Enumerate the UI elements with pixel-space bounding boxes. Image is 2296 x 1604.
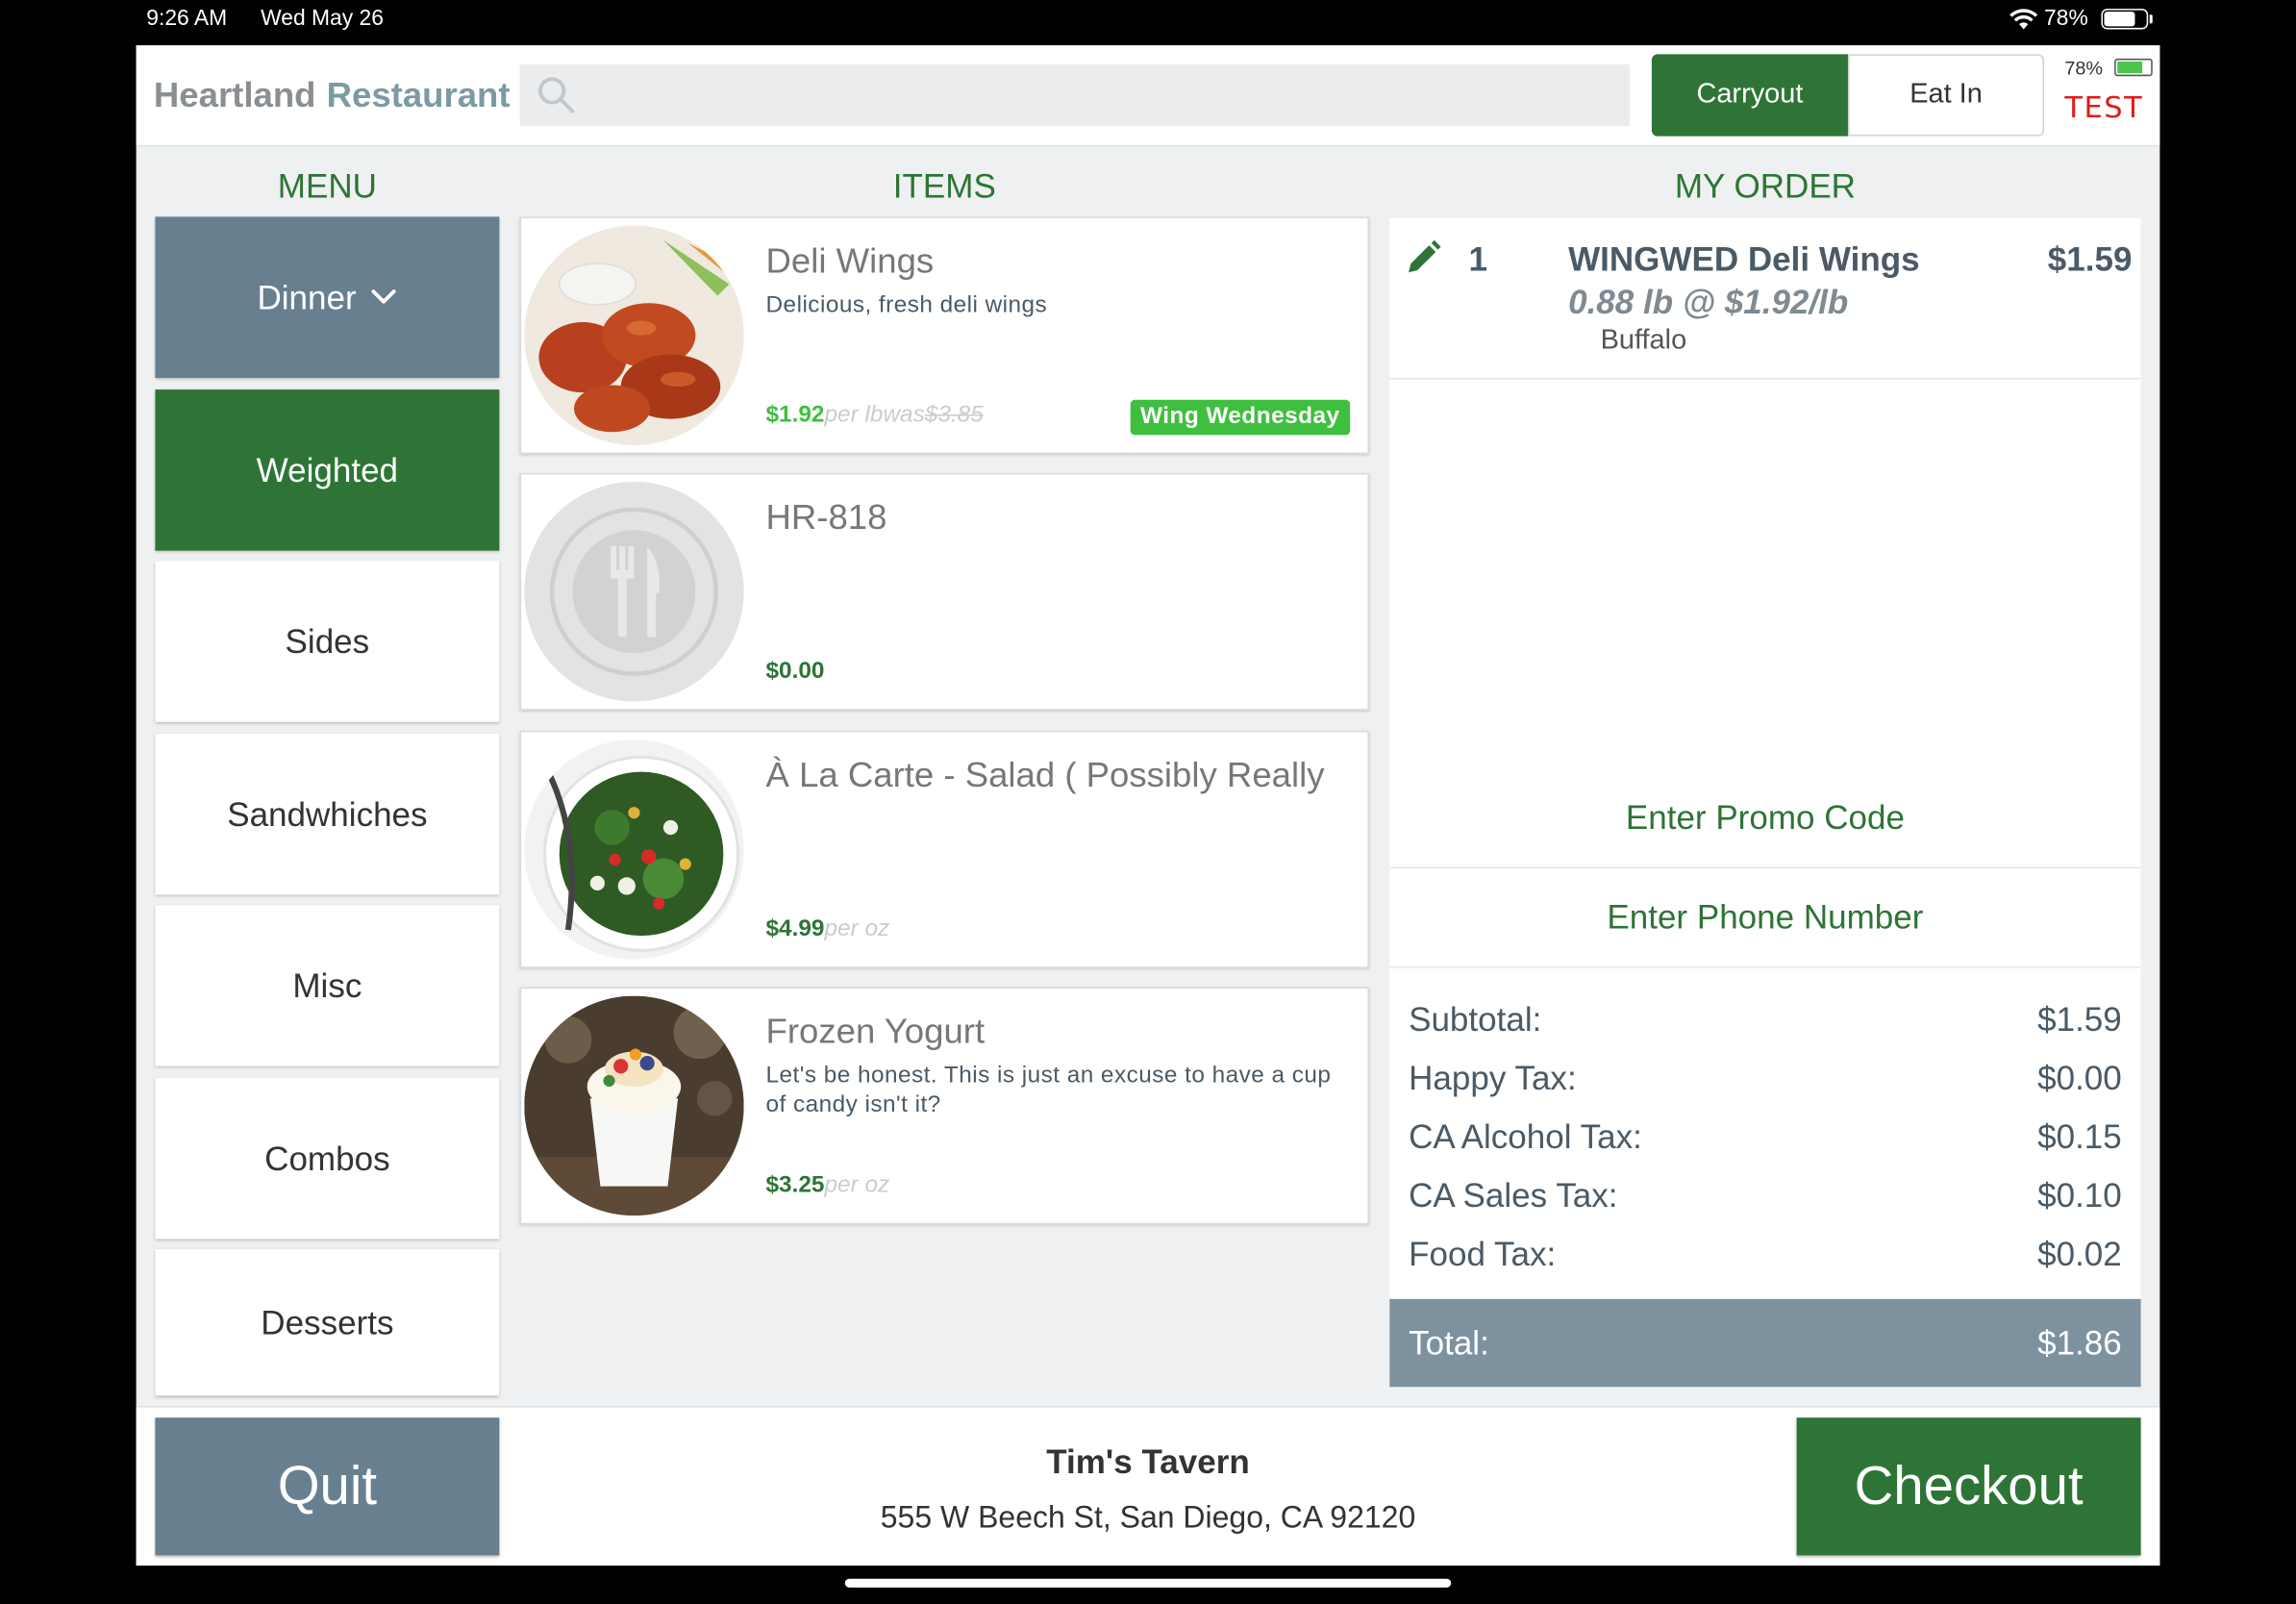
chevron-down-icon <box>372 289 397 304</box>
item-price: $3.25 <box>765 1172 825 1198</box>
device-battery-icon <box>2114 58 2153 77</box>
category-weighted[interactable]: Weighted <box>155 389 500 551</box>
item-card-frozen-yogurt[interactable]: Frozen Yogurt Let's be honest. This is j… <box>519 987 1369 1225</box>
subtotal-row: Subtotal: $1.59 <box>1409 1000 2122 1040</box>
item-unit: per oz <box>824 916 890 942</box>
line-item-name: WINGWED Deli Wings <box>1568 239 1920 279</box>
search-icon <box>538 77 575 113</box>
category-desserts[interactable]: Desserts <box>155 1249 500 1396</box>
app-header: Heartland Restaurant Carryout Eat In 78%… <box>136 45 2160 147</box>
item-price-line: $1.92per lbwas$3.85 <box>766 403 984 429</box>
total-bar: Total: $1.86 <box>1389 1298 2141 1388</box>
phone-number-button[interactable]: Enter Phone Number <box>1389 868 2141 968</box>
chicken-wings-image <box>524 225 744 445</box>
total-label: Total: <box>1409 1322 1489 1362</box>
device-battery-percent: 78% <box>2064 57 2104 80</box>
alcohol-tax-label: CA Alcohol Tax: <box>1409 1117 1642 1156</box>
home-indicator[interactable] <box>844 1578 1452 1588</box>
sales-tax-value: $0.10 <box>2037 1175 2122 1215</box>
item-card-hr-818[interactable]: HR-818 $0.00 <box>519 472 1369 711</box>
status-time: 9:26 AM <box>146 6 228 31</box>
app-footer: Quit Tim's Tavern 555 W Beech St, San Di… <box>136 1406 2160 1566</box>
sales-tax-label: CA Sales Tax: <box>1409 1175 1618 1215</box>
food-tax-value: $0.02 <box>2037 1234 2122 1273</box>
pencil-edit-icon[interactable] <box>1405 238 1443 277</box>
happy-tax-label: Happy Tax: <box>1409 1059 1577 1097</box>
pos-app: Heartland Restaurant Carryout Eat In 78%… <box>136 45 2160 1566</box>
category-sides[interactable]: Sides <box>155 561 500 722</box>
store-address: 555 W Beech St, San Diego, CA 92120 <box>880 1501 1416 1536</box>
sales-tax-row: CA Sales Tax: $0.10 <box>1409 1176 2122 1216</box>
test-mode-label: TEST <box>2064 88 2144 125</box>
category-combos[interactable]: Combos <box>155 1077 500 1240</box>
items-column-title: ITEMS <box>892 166 996 206</box>
item-name: Frozen Yogurt <box>765 1012 986 1052</box>
menu-dropdown[interactable]: Dinner <box>155 216 500 378</box>
category-sandwhiches[interactable]: Sandwhiches <box>155 734 500 895</box>
status-date: Wed May 26 <box>261 6 384 31</box>
item-price-line: $0.00 <box>766 659 825 685</box>
subtotal-label: Subtotal: <box>1409 1000 1542 1039</box>
line-item-price: $1.59 <box>2047 239 2133 279</box>
plate-utensils-placeholder-icon <box>524 482 744 702</box>
search-input[interactable] <box>519 64 1631 126</box>
happy-tax-row: Happy Tax: $0.00 <box>1409 1059 2122 1098</box>
item-card-salad[interactable]: À La Carte - Salad ( Possibly Really $4.… <box>519 730 1369 968</box>
checkout-button[interactable]: Checkout <box>1796 1417 2141 1556</box>
order-panel: 1 WINGWED Deli Wings $1.59 0.88 lb @ $1.… <box>1389 217 2141 1388</box>
quit-button[interactable]: Quit <box>155 1417 500 1556</box>
wifi-icon <box>2009 9 2038 30</box>
logo-heartland: Heartland <box>153 76 316 116</box>
item-price: $1.92 <box>765 402 825 428</box>
logo-restaurant: Restaurant <box>326 76 511 116</box>
happy-tax-value: $0.00 <box>2037 1059 2122 1097</box>
item-price: $4.99 <box>765 916 825 942</box>
category-misc[interactable]: Misc <box>155 905 500 1066</box>
food-tax-label: Food Tax: <box>1409 1234 1557 1273</box>
food-tax-row: Food Tax: $0.02 <box>1409 1235 2122 1274</box>
item-was-label: was <box>883 402 925 428</box>
store-name: Tim's Tavern <box>1046 1442 1250 1481</box>
order-line-item[interactable]: 1 WINGWED Deli Wings $1.59 0.88 lb @ $1.… <box>1389 218 2141 380</box>
battery-nub <box>2149 14 2153 24</box>
item-unit: per oz <box>824 1172 890 1198</box>
menu-column-title: MENU <box>277 166 377 206</box>
line-item-qty: 1 <box>1468 239 1488 279</box>
subtotal-value: $1.59 <box>2037 1000 2122 1039</box>
item-name: À La Carte - Salad ( Possibly Really <box>765 755 1325 795</box>
item-price: $0.00 <box>765 659 825 685</box>
item-unit: per lb <box>824 402 884 428</box>
alcohol-tax-row: CA Alcohol Tax: $0.15 <box>1409 1117 2122 1157</box>
order-column-title: MY ORDER <box>1674 166 1856 206</box>
item-was-price: $3.85 <box>924 402 984 428</box>
item-name: Deli Wings <box>765 241 935 282</box>
item-price-line: $3.25per oz <box>766 1173 890 1199</box>
battery-icon <box>2101 9 2149 30</box>
item-description: Delicious, fresh deli wings <box>765 292 1048 318</box>
line-item-weight: 0.88 lb @ $1.92/lb <box>1568 282 1849 321</box>
eat-in-toggle[interactable]: Eat In <box>1847 54 2045 137</box>
alcohol-tax-value: $0.15 <box>2037 1117 2122 1156</box>
carryout-toggle[interactable]: Carryout <box>1651 54 1848 137</box>
promo-badge: Wing Wednesday <box>1130 399 1351 436</box>
status-battery-percent: 78% <box>2044 6 2088 31</box>
salad-bowl-image <box>524 739 744 960</box>
total-value: $1.86 <box>2037 1322 2122 1362</box>
line-item-modifier: Buffalo <box>1600 325 1687 357</box>
item-card-deli-wings[interactable]: Deli Wings Delicious, fresh deli wings $… <box>519 216 1369 455</box>
item-price-line: $4.99per oz <box>766 916 890 942</box>
item-name: HR-818 <box>765 497 887 538</box>
promo-code-button[interactable]: Enter Promo Code <box>1389 769 2141 869</box>
item-description: Let's be honest. This is just an excuse … <box>765 1063 1332 1118</box>
frozen-yogurt-image <box>524 995 744 1216</box>
menu-dropdown-label: Dinner <box>257 277 357 316</box>
